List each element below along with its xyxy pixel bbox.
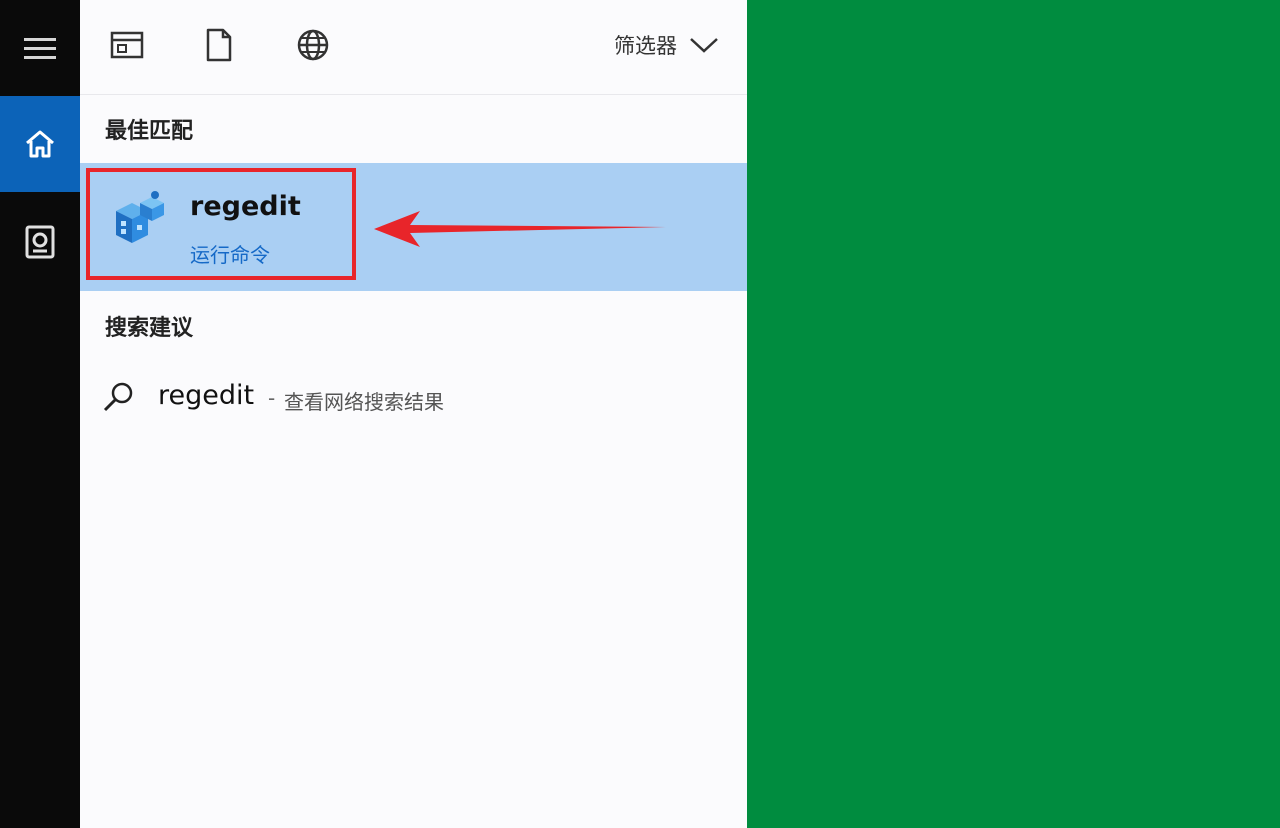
search-toolbar: 筛选器 (80, 0, 747, 95)
menu-button[interactable] (0, 0, 80, 96)
registry-editor-icon (116, 191, 164, 243)
search-results-panel: 筛选器 最佳匹配 regedit 运行命令 搜索建议 regedit - 查看网… (80, 0, 747, 828)
globe-icon (297, 29, 329, 61)
best-match-heading: 最佳匹配 (105, 119, 194, 144)
apps-window-icon (110, 31, 144, 59)
app-name: regedit (190, 191, 301, 222)
hamburger-menu-icon (24, 38, 56, 59)
search-icon (103, 382, 133, 412)
best-match-result[interactable]: regedit 运行命令 (80, 163, 747, 291)
desktop-background (747, 0, 1280, 828)
filter-dropdown[interactable]: 筛选器 (614, 28, 719, 62)
documents-filter-button[interactable] (194, 20, 244, 70)
annotation-arrow-icon (374, 211, 666, 247)
search-suggestions-heading: 搜索建议 (105, 316, 194, 341)
suggestion-hint: 查看网络搜索结果 (284, 390, 444, 414)
notebook-icon (25, 225, 55, 259)
chevron-down-icon (690, 38, 718, 53)
home-icon (26, 130, 54, 158)
web-filter-button[interactable] (288, 20, 338, 70)
search-suggestion-item[interactable]: regedit - 查看网络搜索结果 (80, 362, 747, 432)
app-type-label: 运行命令 (190, 243, 270, 267)
nav-rail (0, 0, 80, 828)
apps-filter-button[interactable] (102, 20, 152, 70)
notebook-button[interactable] (0, 194, 80, 290)
document-icon (206, 28, 232, 62)
suggestion-query: regedit (158, 380, 255, 411)
home-button[interactable] (0, 96, 80, 192)
filter-label: 筛选器 (614, 34, 677, 58)
suggestion-separator: - (268, 386, 276, 410)
